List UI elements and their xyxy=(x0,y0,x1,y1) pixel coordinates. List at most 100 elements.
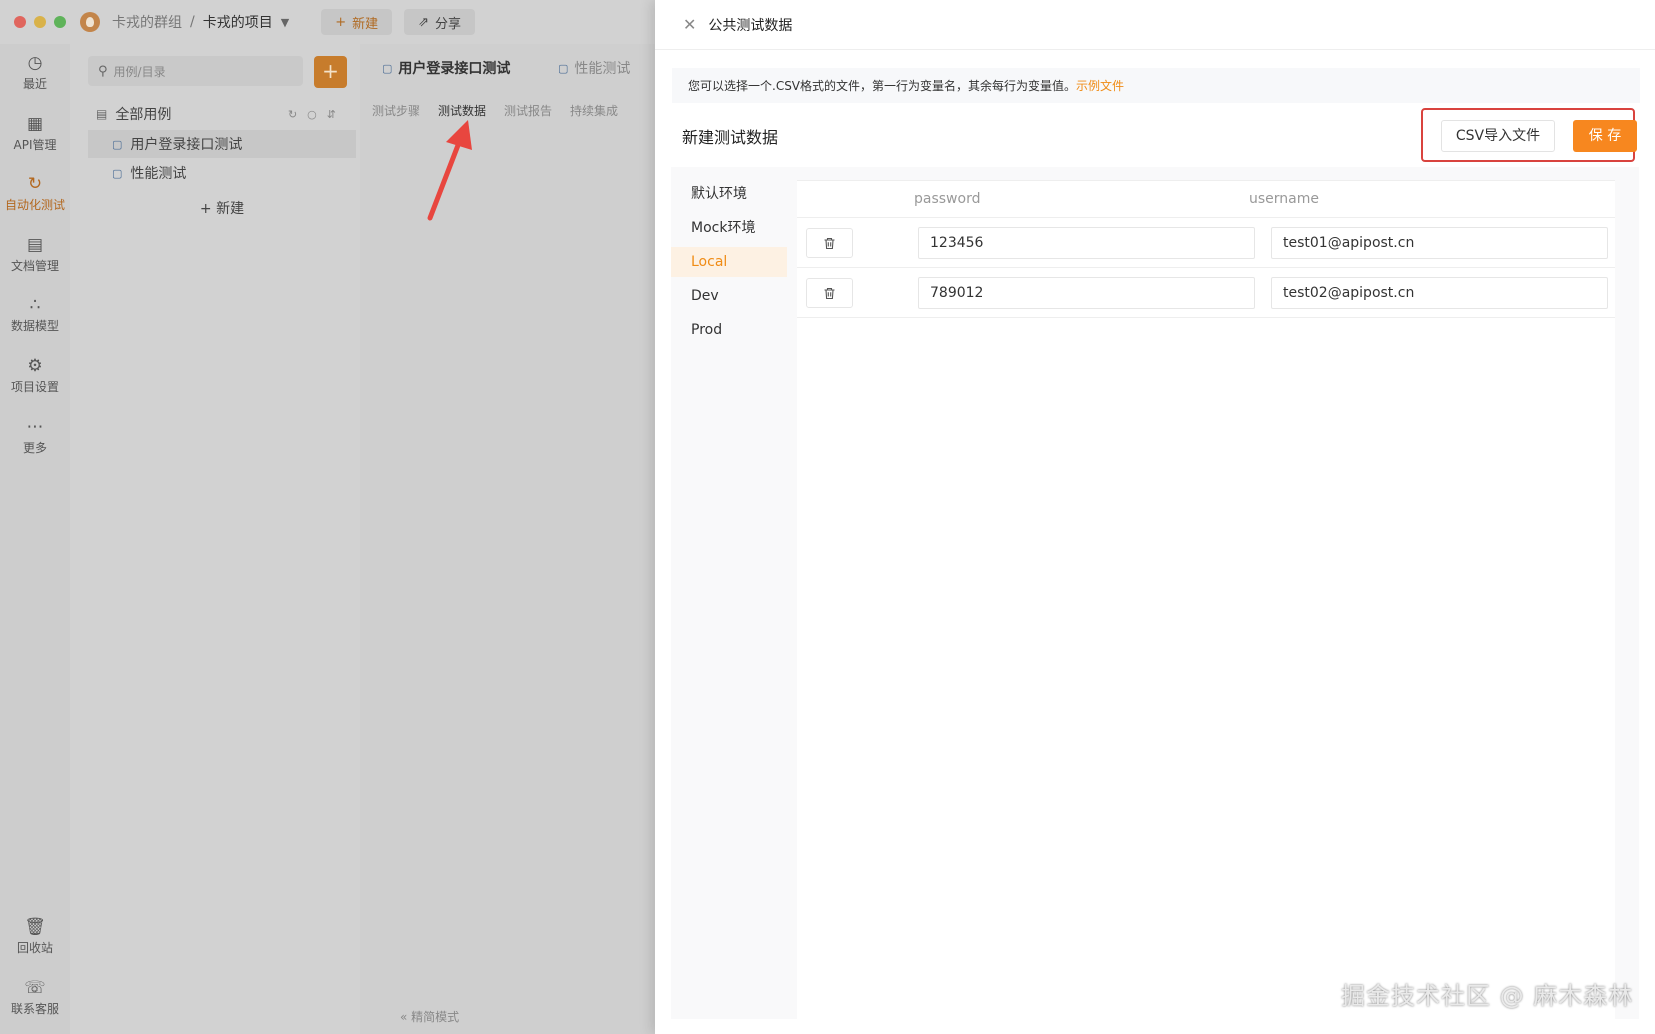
tree-header[interactable]: ▤ 全部用例 ↻○⇵ xyxy=(96,102,346,126)
drawer-title: 公共测试数据 xyxy=(708,17,793,34)
column-header-username: username xyxy=(1249,191,1319,207)
sidebar-item-recent[interactable]: ◷ 最近 xyxy=(0,54,70,92)
sidebar-item-label: 自动化测试 xyxy=(4,198,65,212)
plus-icon: + xyxy=(335,14,347,30)
sidebar-item-label: API管理 xyxy=(13,138,57,152)
model-icon: ∴ xyxy=(29,295,41,315)
env-local[interactable]: Local xyxy=(671,247,787,277)
sidebar-item-label: 项目设置 xyxy=(10,380,59,394)
test-case-icon: ▢ xyxy=(382,61,393,75)
sidebar-item-label: 联系客服 xyxy=(10,1002,59,1016)
case-content: ▢ 用户登录接口测试 ▢ 性能测试 测试步骤 测试数据 测试报告 持续集成 xyxy=(360,44,655,1034)
subtab-test-data[interactable]: 测试数据 xyxy=(438,102,486,119)
more-icon: ⋯ xyxy=(26,417,44,437)
tree-item-performance-test[interactable]: ▢ 性能测试 xyxy=(88,159,356,187)
tree-tools-icon[interactable]: ↻○⇵ xyxy=(288,108,346,121)
sidebar-item-label: 数据模型 xyxy=(10,319,59,333)
sidebar-item-label: 文档管理 xyxy=(10,259,59,273)
new-button[interactable]: + 新建 xyxy=(321,9,393,35)
share-button[interactable]: ⇗ 分享 xyxy=(404,9,476,35)
breadcrumb-separator: / xyxy=(190,14,195,30)
password-cell[interactable]: 789012 xyxy=(918,277,1255,309)
subtab-steps[interactable]: 测试步骤 xyxy=(372,102,420,119)
delete-row-button[interactable] xyxy=(806,228,853,258)
notice-text: 您可以选择一个.CSV格式的文件，第一行为变量名，其余每行为变量值。 xyxy=(688,79,1077,93)
settings-icon: ⚙ xyxy=(27,356,43,376)
username-cell[interactable]: test01@apipost.cn xyxy=(1271,227,1608,259)
sample-file-link[interactable]: 示例文件 xyxy=(1076,77,1124,94)
titlebar: 卡戎的群组 / 卡戎的项目 ▼ + 新建 ⇗ 分享 xyxy=(0,0,655,44)
env-mock[interactable]: Mock环境 xyxy=(671,213,787,243)
headset-icon: ☏ xyxy=(24,978,46,998)
compact-mode-toggle[interactable]: « 精简模式 xyxy=(400,1008,459,1025)
automation-icon: ↻ xyxy=(27,174,43,194)
subtab-report[interactable]: 测试报告 xyxy=(504,102,552,119)
username-cell[interactable]: test02@apipost.cn xyxy=(1271,277,1608,309)
tree-item-label: 性能测试 xyxy=(130,166,187,182)
subtab-ci[interactable]: 持续集成 xyxy=(570,102,618,119)
sidebar-item-automation[interactable]: ↻ 自动化测试 xyxy=(0,175,70,213)
sidebar-item-settings[interactable]: ⚙ 项目设置 xyxy=(0,357,70,395)
tree-item-login-test[interactable]: ▢ 用户登录接口测试 xyxy=(88,130,356,158)
tab-label: 性能测试 xyxy=(574,61,631,77)
tree-item-label: 用户登录接口测试 xyxy=(130,137,243,153)
search-icon: ⚲ xyxy=(98,63,108,79)
plus-icon: + xyxy=(199,201,217,217)
sidebar-item-api[interactable]: ▦ API管理 xyxy=(0,115,70,153)
password-cell[interactable]: 123456 xyxy=(918,227,1255,259)
table-header: password username xyxy=(797,180,1615,218)
table-row: 789012 test02@apipost.cn xyxy=(797,268,1615,318)
watermark: 掘金技术社区 @ 麻木森林 xyxy=(1341,982,1634,1010)
document-icon: ▤ xyxy=(26,235,44,255)
sidebar-item-label: 回收站 xyxy=(16,941,53,955)
search-input[interactable]: ⚲ 用例/目录 xyxy=(88,56,303,86)
breadcrumb-team[interactable]: 卡戎的群组 xyxy=(112,12,182,32)
new-button-label: 新建 xyxy=(352,16,379,32)
sidebar-item-more[interactable]: ⋯ 更多 xyxy=(0,418,70,456)
window-controls xyxy=(14,16,66,28)
tab-performance-test[interactable]: ▢ 性能测试 xyxy=(558,58,630,78)
folder-icon: ▤ xyxy=(96,107,108,121)
trash-icon xyxy=(824,287,835,299)
sidebar-item-models[interactable]: ∴ 数据模型 xyxy=(0,296,70,334)
test-case-icon: ▢ xyxy=(112,166,123,180)
test-data-drawer: ✕ 公共测试数据 您可以选择一个.CSV格式的文件，第一行为变量名，其余每行为变… xyxy=(655,0,1655,1034)
test-case-icon: ▢ xyxy=(112,137,123,151)
section-title: 新建测试数据 xyxy=(682,128,779,147)
clock-icon: ◷ xyxy=(27,53,43,73)
chevron-down-icon[interactable]: ▼ xyxy=(281,16,289,29)
sidebar-item-support[interactable]: ☏ 联系客服 xyxy=(0,979,70,1017)
team-avatar[interactable] xyxy=(80,12,100,32)
test-case-icon: ▢ xyxy=(558,61,569,75)
minimize-window-button[interactable] xyxy=(34,16,46,28)
app-background: 卡戎的群组 / 卡戎的项目 ▼ + 新建 ⇗ 分享 ◷ 最近 ▦ API管理 ↻… xyxy=(0,0,655,1034)
sidebar-item-label: 最近 xyxy=(22,77,47,91)
breadcrumb-project[interactable]: 卡戎的项目 xyxy=(203,12,273,32)
csv-notice: 您可以选择一个.CSV格式的文件，第一行为变量名，其余每行为变量值。 示例文件 xyxy=(672,68,1640,103)
save-button[interactable]: 保 存 xyxy=(1573,120,1637,152)
trash-icon: 🗑 xyxy=(24,917,46,937)
tree-header-label: 全部用例 xyxy=(115,107,172,123)
close-icon[interactable]: ✕ xyxy=(683,15,696,34)
table-row: 123456 test01@apipost.cn xyxy=(797,218,1615,268)
tab-login-test[interactable]: ▢ 用户登录接口测试 xyxy=(382,58,510,78)
tree-new-label: 新建 xyxy=(216,201,245,217)
sidebar-item-docs[interactable]: ▤ 文档管理 xyxy=(0,236,70,274)
env-dev[interactable]: Dev xyxy=(671,281,787,311)
column-header-password: password xyxy=(914,191,981,207)
add-case-button[interactable]: + xyxy=(314,56,347,88)
tree-new-button[interactable]: + 新建 xyxy=(88,198,356,218)
search-placeholder: 用例/目录 xyxy=(113,64,166,79)
sidebar-item-trash[interactable]: 🗑 回收站 xyxy=(0,918,70,956)
close-window-button[interactable] xyxy=(14,16,26,28)
delete-row-button[interactable] xyxy=(806,278,853,308)
trash-icon xyxy=(824,237,835,249)
env-prod[interactable]: Prod xyxy=(671,315,787,345)
double-chevron-left-icon: « xyxy=(400,1010,412,1024)
drawer-header: ✕ 公共测试数据 xyxy=(655,0,1655,50)
env-default[interactable]: 默认环境 xyxy=(671,179,787,209)
maximize-window-button[interactable] xyxy=(54,16,66,28)
csv-import-button[interactable]: CSV导入文件 xyxy=(1441,120,1555,152)
compact-mode-label: 精简模式 xyxy=(411,1010,460,1024)
api-icon: ▦ xyxy=(26,114,44,134)
